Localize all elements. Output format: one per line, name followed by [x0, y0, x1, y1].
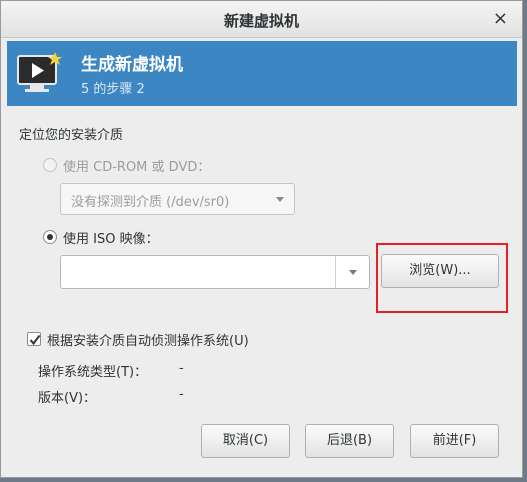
banner-title: 生成新虚拟机	[81, 55, 183, 75]
cdrom-device-combo[interactable]: 没有探测到介质 (/dev/sr0)	[60, 183, 295, 215]
highlight-box	[376, 243, 508, 313]
cdrom-radio[interactable]	[43, 158, 57, 172]
radio-selected-dot	[47, 234, 53, 240]
titlebar: 新建虚拟机 ×	[1, 1, 522, 38]
auto-detect-checkbox[interactable]	[27, 332, 41, 346]
version-value: -	[179, 387, 184, 402]
forward-button[interactable]: 前进(F)	[410, 424, 499, 458]
iso-label: 使用 ISO 映像：	[63, 232, 159, 247]
auto-detect-label: 根据安装介质自动侦测操作系统(U)	[47, 334, 249, 349]
os-type-label: 操作系统类型(T)：	[38, 365, 148, 380]
back-button[interactable]: 后退(B)	[305, 424, 394, 458]
chevron-down-icon[interactable]	[349, 270, 357, 275]
wizard-banner: 生成新虚拟机 5 的步骤 2	[7, 41, 517, 106]
combo-separator	[335, 256, 336, 288]
iso-radio[interactable]	[43, 230, 57, 244]
checkmark-icon	[29, 334, 41, 346]
iso-path-combo[interactable]	[60, 255, 370, 289]
window-title: 新建虚拟机	[223, 12, 299, 30]
cdrom-device-value: 没有探测到介质 (/dev/sr0)	[71, 195, 230, 210]
install-media-heading: 定位您的安装介质	[19, 128, 124, 143]
monitor-play-icon	[17, 51, 63, 95]
banner-step: 5 的步骤 2	[81, 82, 145, 97]
cancel-button[interactable]: 取消(C)	[201, 424, 290, 458]
os-type-value: -	[179, 361, 184, 376]
chevron-down-icon	[276, 197, 284, 202]
new-vm-dialog: 新建虚拟机 × 生成新虚拟机 5 的步骤 2 定位您的安装介质 使用 CD-RO…	[0, 0, 523, 478]
version-label: 版本(V)：	[38, 391, 97, 406]
cdrom-label: 使用 CD-ROM 或 DVD：	[63, 160, 211, 175]
close-icon[interactable]: ×	[493, 7, 508, 31]
